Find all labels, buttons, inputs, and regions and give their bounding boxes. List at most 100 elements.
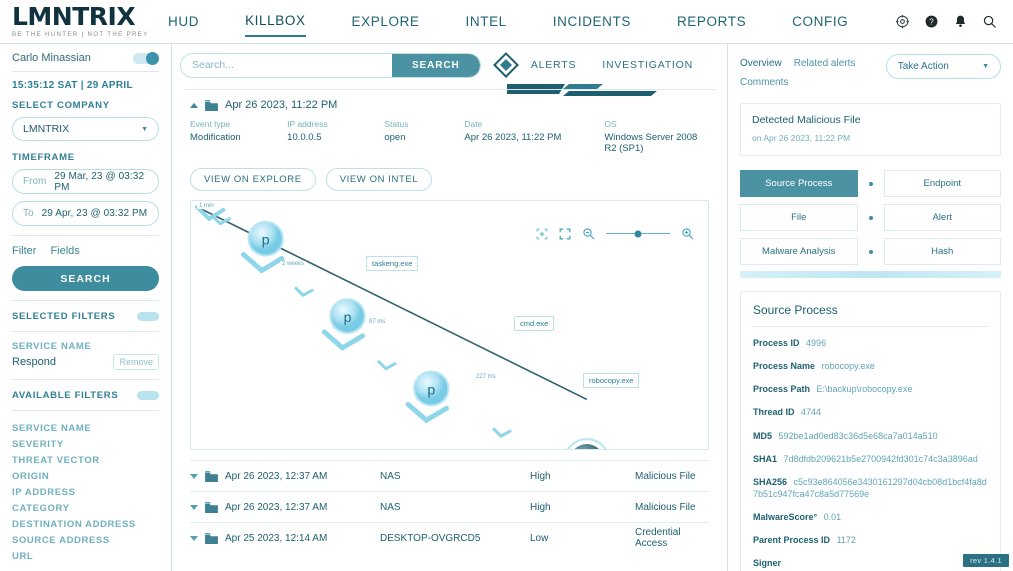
field-value: c5c93e864056e3430161297d04cb08d1bcf4fa8d… xyxy=(753,477,987,499)
nav-item-explore[interactable]: EXPLORE xyxy=(352,14,420,36)
selected-filters-header: SELECTED FILTERS xyxy=(12,311,159,322)
row-host: NAS xyxy=(380,502,530,513)
process-label-cmd[interactable]: cmd.exe xyxy=(514,316,554,331)
divider xyxy=(12,331,159,332)
entity-button-endpoint[interactable]: Endpoint xyxy=(884,170,1002,197)
nav-item-incidents[interactable]: INCIDENTS xyxy=(553,14,631,36)
take-action-dropdown[interactable]: Take Action ▼ xyxy=(886,54,1001,79)
folder-icon xyxy=(205,502,218,513)
meta-value: Modification xyxy=(190,132,287,143)
field-key: Process Name xyxy=(753,361,815,371)
zoom-out-icon[interactable] xyxy=(582,227,595,240)
field-signer: Signer xyxy=(753,557,988,569)
entity-button-file[interactable]: File xyxy=(740,204,858,231)
zoom-slider-handle[interactable] xyxy=(635,230,642,237)
company-select[interactable]: LMNTRIX ▼ xyxy=(12,117,159,141)
table-row[interactable]: Apr 25 2023, 12:14 AM DESKTOP-OVGRCD5 Lo… xyxy=(190,522,709,553)
row-host: DESKTOP-OVGRCD5 xyxy=(380,533,530,544)
event-list: Apr 26 2023, 12:37 AM NAS High Malicious… xyxy=(190,460,709,553)
detection-card: Detected Malicious File on Apr 26 2023, … xyxy=(740,103,1001,156)
available-filter-item[interactable]: SOURCE ADDRESS xyxy=(12,532,159,548)
zoom-slider[interactable] xyxy=(606,233,670,235)
remove-filter-button[interactable]: Remove xyxy=(113,354,159,370)
process-label-taskeng[interactable]: taskeng.exe xyxy=(366,256,418,271)
expand-triangle-icon[interactable] xyxy=(190,536,198,541)
nav-item-intel[interactable]: INTEL xyxy=(466,14,507,36)
search-input[interactable] xyxy=(181,59,393,71)
row-date: Apr 26 2023, 12:37 AM xyxy=(225,471,327,482)
available-filter-item[interactable]: ORIGIN xyxy=(12,468,159,484)
expand-triangle-icon[interactable] xyxy=(190,505,198,510)
divider xyxy=(12,235,159,236)
field-malware-score: MalwareScore° 0.01 xyxy=(753,511,988,523)
nav-item-hud[interactable]: HUD xyxy=(168,14,199,36)
tab-filter[interactable]: Filter xyxy=(12,245,36,257)
user-status-toggle[interactable] xyxy=(133,53,159,64)
gear-icon[interactable] xyxy=(895,14,910,29)
search-icon[interactable] xyxy=(982,14,997,29)
from-label: From xyxy=(23,176,46,187)
help-icon[interactable]: ? xyxy=(924,14,939,29)
meta-key: Event type xyxy=(190,119,287,129)
filter-field-tabs: Filter Fields xyxy=(12,245,159,257)
timeframe-to-field[interactable]: To 29 Apr, 23 @ 03:32 PM xyxy=(12,201,159,226)
field-process-path: Process Path E:\backup\robocopy.exe xyxy=(753,383,988,395)
tab-related-alerts[interactable]: Related alerts xyxy=(794,54,856,73)
entity-button-alert[interactable]: Alert xyxy=(884,204,1002,231)
tab-fields[interactable]: Fields xyxy=(50,245,79,257)
search-row: SEARCH ALERTS INVESTIGATION xyxy=(172,44,727,78)
field-value: 592be1ad0ed83c36d5e68ca7a014a510 xyxy=(779,431,938,441)
available-filter-item[interactable]: CATEGORY xyxy=(12,500,159,516)
company-select-value: LMNTRIX xyxy=(23,123,69,135)
brand-logo[interactable]: LMNTRIX BE THE HUNTER | NOT THE PREY xyxy=(0,0,168,38)
from-value: 29 Mar, 23 @ 03:32 PM xyxy=(54,171,148,193)
available-filter-item[interactable]: IP ADDRESS xyxy=(12,484,159,500)
available-filter-item[interactable]: URL xyxy=(12,548,159,564)
tab-comments[interactable]: Comments xyxy=(740,73,788,92)
nav-item-killbox[interactable]: KILLBOX xyxy=(245,13,305,37)
entity-button-hash[interactable]: Hash xyxy=(884,238,1002,265)
edge-label: 87 ms xyxy=(367,319,387,325)
view-on-explore-button[interactable]: VIEW ON EXPLORE xyxy=(190,168,316,191)
field-value: 7d8dfdb209621b5e2700942fd301c74c3a3896ad xyxy=(784,454,978,464)
view-on-intel-button[interactable]: VIEW ON INTEL xyxy=(326,168,433,191)
divider xyxy=(12,379,159,380)
table-row[interactable]: Apr 26 2023, 12:37 AM NAS High Malicious… xyxy=(190,460,709,491)
source-process-card: Source Process Process ID 4996 Process N… xyxy=(740,291,1001,571)
tab-alerts[interactable]: ALERTS xyxy=(531,59,576,71)
selected-filters-label: SELECTED FILTERS xyxy=(12,311,115,322)
process-graph[interactable]: p p xyxy=(190,200,709,450)
available-filter-item[interactable]: DESTINATION ADDRESS xyxy=(12,516,159,532)
collapse-triangle-icon[interactable] xyxy=(190,103,198,108)
meta-value: Apr 26 2023, 11:22 PM xyxy=(464,132,604,143)
edge-label: 1 min xyxy=(197,203,216,209)
bell-icon[interactable] xyxy=(953,14,968,29)
search-button[interactable]: SEARCH xyxy=(392,53,480,78)
table-row[interactable]: Apr 26 2023, 12:37 AM NAS High Malicious… xyxy=(190,491,709,522)
available-filter-item[interactable]: SERVICE NAME xyxy=(12,420,159,436)
nav-item-reports[interactable]: REPORTS xyxy=(677,14,746,36)
event-header[interactable]: Apr 26 2023, 11:22 PM xyxy=(184,90,715,111)
expand-triangle-icon[interactable] xyxy=(190,474,198,479)
graph-toolbar xyxy=(536,227,694,240)
entity-button-source-process[interactable]: Source Process xyxy=(740,170,858,197)
tab-overview[interactable]: Overview xyxy=(740,54,782,73)
available-filters-collapse[interactable] xyxy=(137,391,159,400)
tab-investigation[interactable]: INVESTIGATION xyxy=(602,59,693,71)
fit-screen-icon[interactable] xyxy=(559,228,571,240)
timeframe-from-field[interactable]: From 29 Mar, 23 @ 03:32 PM xyxy=(12,169,159,194)
center-focus-icon[interactable] xyxy=(536,228,548,240)
entity-button-malware-analysis[interactable]: Malware Analysis xyxy=(740,238,858,265)
zoom-in-icon[interactable] xyxy=(681,227,694,240)
clock-display: 15:35:12 SAT | 29 APRIL xyxy=(12,80,159,91)
field-process-name: Process Name robocopy.exe xyxy=(753,360,988,372)
available-filter-item[interactable]: THREAT VECTOR xyxy=(12,452,159,468)
available-filter-item[interactable]: SEVERITY xyxy=(12,436,159,452)
sidebar-search-button[interactable]: SEARCH xyxy=(12,266,159,291)
process-label-robocopy[interactable]: robocopy.exe xyxy=(583,373,639,388)
detection-title: Detected Malicious File xyxy=(752,114,989,126)
field-key: Parent Process ID xyxy=(753,535,830,545)
selected-filters-collapse[interactable] xyxy=(137,312,159,321)
source-process-title: Source Process xyxy=(753,303,988,317)
nav-item-config[interactable]: CONFIG xyxy=(792,14,848,36)
